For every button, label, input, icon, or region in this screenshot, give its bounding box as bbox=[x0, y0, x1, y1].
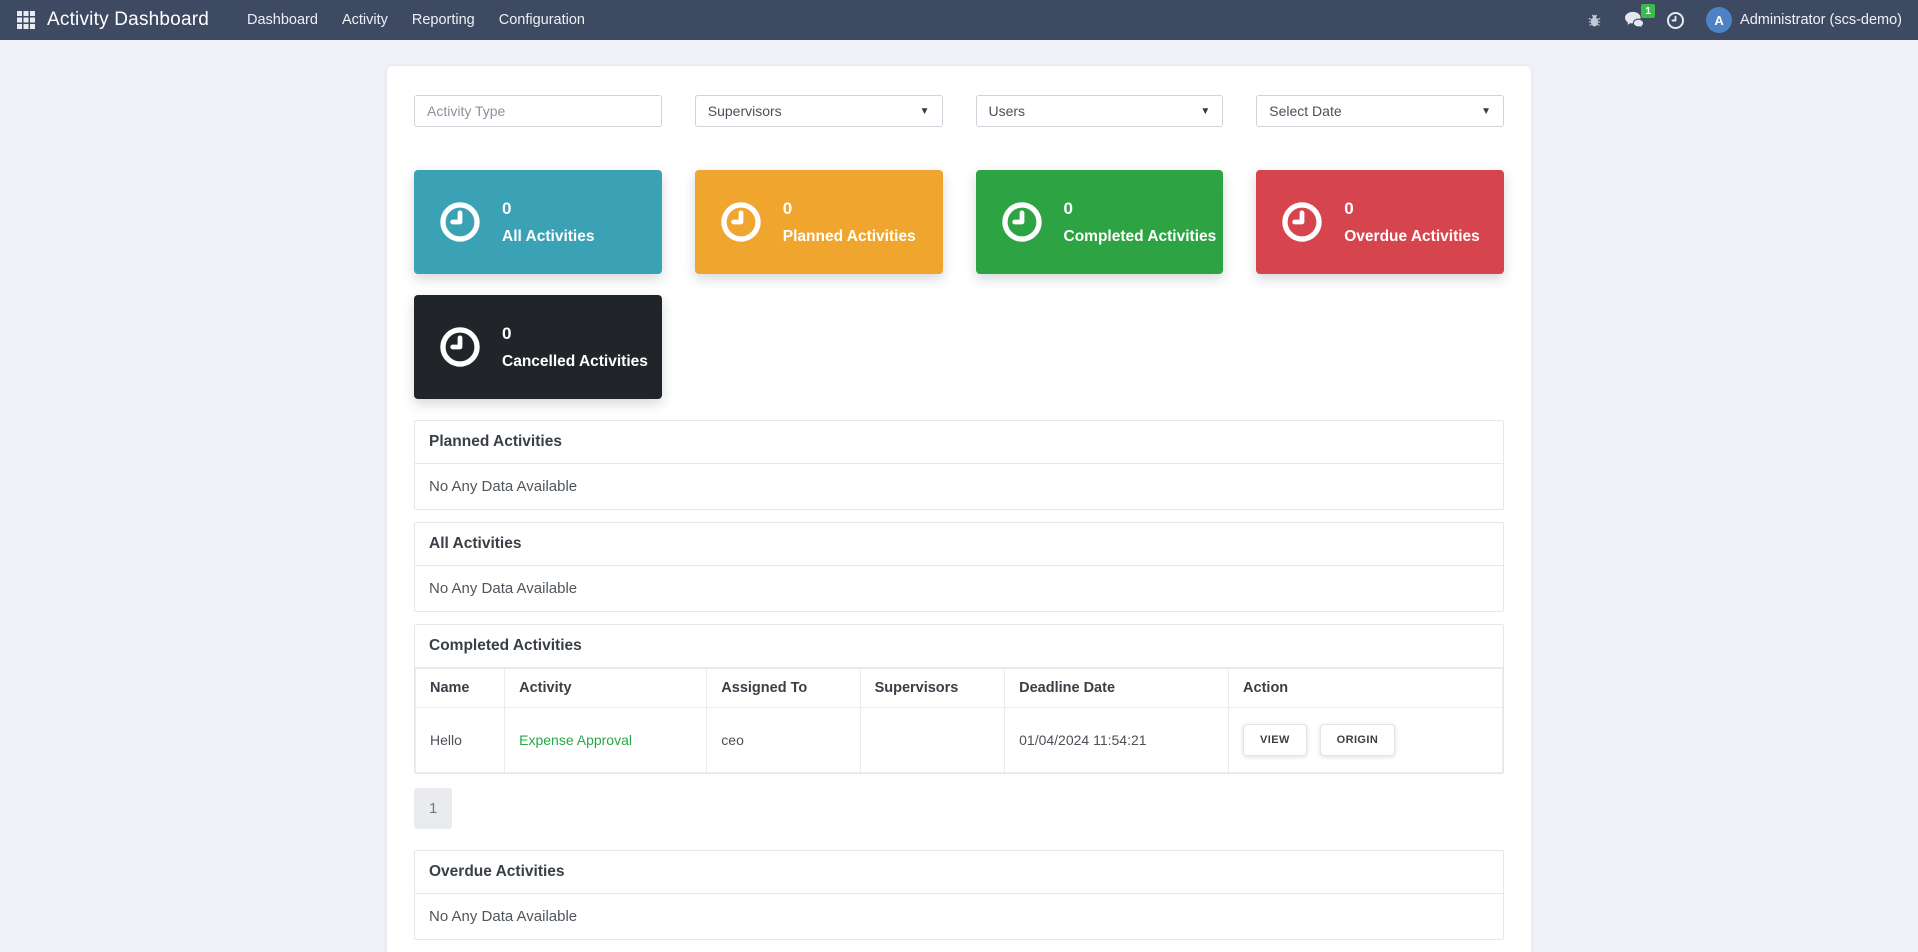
supervisors-select-value: Supervisors bbox=[708, 103, 782, 119]
date-select-value: Select Date bbox=[1269, 103, 1341, 119]
activity-link[interactable]: Expense Approval bbox=[519, 732, 632, 748]
chat-count-badge: 1 bbox=[1641, 4, 1655, 19]
cell-deadline-date: 01/04/2024 11:54:21 bbox=[1005, 708, 1229, 773]
stat-card-overdue-activities[interactable]: 0 Overdue Activities bbox=[1256, 170, 1504, 274]
stat-card-all-activities[interactable]: 0 All Activities bbox=[414, 170, 662, 274]
stat-text: 0 Cancelled Activities bbox=[502, 324, 648, 371]
stat-text: 0 Planned Activities bbox=[783, 199, 916, 246]
supervisors-select[interactable]: Supervisors ▼ bbox=[695, 95, 943, 127]
chevron-down-icon: ▼ bbox=[920, 106, 930, 117]
col-assigned-to: Assigned To bbox=[707, 669, 860, 708]
stat-count: 0 bbox=[1064, 199, 1217, 219]
date-select[interactable]: Select Date ▼ bbox=[1256, 95, 1504, 127]
dashboard-panel: Supervisors ▼ Users ▼ Select Date ▼ 0 Al… bbox=[386, 65, 1532, 952]
stat-card-completed-activities[interactable]: 0 Completed Activities bbox=[976, 170, 1224, 274]
section-title: Planned Activities bbox=[415, 421, 1503, 464]
table-row: Hello Expense Approval ceo 01/04/2024 11… bbox=[416, 708, 1503, 773]
top-navbar: Activity Dashboard Dashboard Activity Re… bbox=[0, 0, 1918, 40]
activity-type-input[interactable] bbox=[414, 95, 662, 127]
users-select[interactable]: Users ▼ bbox=[976, 95, 1224, 127]
clock-icon bbox=[1280, 200, 1324, 244]
stat-label: Overdue Activities bbox=[1344, 228, 1480, 246]
clock-icon bbox=[438, 325, 482, 369]
completed-activities-table: Name Activity Assigned To Supervisors De… bbox=[415, 668, 1503, 773]
clock-icon bbox=[1000, 200, 1044, 244]
cell-action: VIEW ORIGIN bbox=[1229, 708, 1503, 773]
clock-icon[interactable] bbox=[1666, 11, 1685, 30]
page-1-button[interactable]: 1 bbox=[414, 788, 452, 829]
section-title: All Activities bbox=[415, 523, 1503, 566]
stat-label: Cancelled Activities bbox=[502, 353, 648, 371]
chevron-down-icon: ▼ bbox=[1200, 106, 1210, 117]
clock-icon bbox=[719, 200, 763, 244]
section-title: Overdue Activities bbox=[415, 851, 1503, 894]
col-action: Action bbox=[1229, 669, 1503, 708]
cell-supervisors bbox=[860, 708, 1005, 773]
stat-cards-row-2: 0 Cancelled Activities bbox=[414, 295, 1504, 399]
stat-text: 0 All Activities bbox=[502, 199, 594, 246]
stat-card-cancelled-activities[interactable]: 0 Cancelled Activities bbox=[414, 295, 662, 399]
filter-bar: Supervisors ▼ Users ▼ Select Date ▼ bbox=[414, 95, 1504, 127]
empty-message: No Any Data Available bbox=[415, 566, 1503, 611]
empty-message: No Any Data Available bbox=[415, 464, 1503, 509]
chevron-down-icon: ▼ bbox=[1481, 106, 1491, 117]
cell-name: Hello bbox=[416, 708, 505, 773]
nav-item-reporting[interactable]: Reporting bbox=[400, 0, 487, 40]
pagination: 1 bbox=[414, 788, 1504, 829]
cell-activity: Expense Approval bbox=[505, 708, 707, 773]
users-select-value: Users bbox=[989, 103, 1026, 119]
view-button[interactable]: VIEW bbox=[1243, 724, 1307, 756]
clock-icon bbox=[438, 200, 482, 244]
user-menu[interactable]: A Administrator (scs-demo) bbox=[1706, 7, 1902, 33]
planned-activities-section: Planned Activities No Any Data Available bbox=[414, 420, 1504, 510]
main-nav: Dashboard Activity Reporting Configurati… bbox=[235, 0, 597, 40]
cell-assigned-to: ceo bbox=[707, 708, 860, 773]
nav-item-activity[interactable]: Activity bbox=[330, 0, 400, 40]
col-deadline-date: Deadline Date bbox=[1005, 669, 1229, 708]
col-supervisors: Supervisors bbox=[860, 669, 1005, 708]
completed-activities-section: Completed Activities Name Activity Assig… bbox=[414, 624, 1504, 774]
overdue-activities-section: Overdue Activities No Any Data Available bbox=[414, 850, 1504, 940]
nav-item-configuration[interactable]: Configuration bbox=[487, 0, 597, 40]
chat-icon[interactable]: 1 bbox=[1624, 11, 1645, 30]
stat-text: 0 Overdue Activities bbox=[1344, 199, 1480, 246]
nav-item-dashboard[interactable]: Dashboard bbox=[235, 0, 330, 40]
stat-count: 0 bbox=[783, 199, 916, 219]
stat-count: 0 bbox=[502, 324, 648, 344]
all-activities-section: All Activities No Any Data Available bbox=[414, 522, 1504, 612]
table-header-row: Name Activity Assigned To Supervisors De… bbox=[416, 669, 1503, 708]
username: Administrator (scs-demo) bbox=[1740, 12, 1902, 28]
stat-label: All Activities bbox=[502, 228, 594, 246]
app-title: Activity Dashboard bbox=[47, 9, 209, 31]
empty-message: No Any Data Available bbox=[415, 894, 1503, 939]
origin-button[interactable]: ORIGIN bbox=[1320, 724, 1396, 756]
stat-count: 0 bbox=[502, 199, 594, 219]
stat-count: 0 bbox=[1344, 199, 1480, 219]
col-name: Name bbox=[416, 669, 505, 708]
stat-label: Completed Activities bbox=[1064, 228, 1217, 246]
stat-cards-row: 0 All Activities 0 Planned Activities 0 … bbox=[414, 170, 1504, 274]
col-activity: Activity bbox=[505, 669, 707, 708]
stat-label: Planned Activities bbox=[783, 228, 916, 246]
bug-icon[interactable] bbox=[1586, 12, 1603, 29]
stat-card-planned-activities[interactable]: 0 Planned Activities bbox=[695, 170, 943, 274]
apps-grid-icon[interactable] bbox=[16, 10, 36, 30]
navbar-right: 1 A Administrator (scs-demo) bbox=[1586, 7, 1902, 33]
avatar: A bbox=[1706, 7, 1732, 33]
stat-text: 0 Completed Activities bbox=[1064, 199, 1217, 246]
section-title: Completed Activities bbox=[415, 625, 1503, 668]
